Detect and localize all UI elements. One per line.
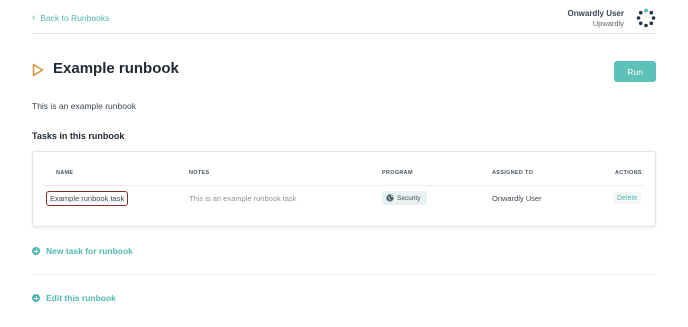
globe-icon xyxy=(386,194,394,202)
edit-runbook-label: Edit this runbook xyxy=(46,293,116,303)
run-button[interactable]: Run xyxy=(614,61,656,82)
user-org: Upwardly xyxy=(592,19,624,28)
user-info[interactable]: Onwardly User Upwardly xyxy=(568,9,624,28)
header-divider xyxy=(43,185,645,186)
org-logo-icon[interactable] xyxy=(636,8,656,28)
tasks-table: NAME NOTES PROGRAM ASSIGNED TO ACTIONS E… xyxy=(32,151,656,227)
section-divider xyxy=(32,274,656,275)
user-name: Onwardly User xyxy=(567,9,624,18)
column-header-program: PROGRAM xyxy=(382,170,413,176)
column-header-notes: NOTES xyxy=(189,170,210,176)
chevron-left-icon: ‹ xyxy=(32,12,36,23)
edit-runbook-button[interactable]: Edit this runbook xyxy=(32,293,116,303)
task-assigned-to: Onwardly User xyxy=(492,194,542,203)
new-task-button[interactable]: New task for runbook xyxy=(32,246,133,256)
task-name-link[interactable]: Example runbook task xyxy=(46,191,129,206)
column-header-assigned-to: ASSIGNED TO xyxy=(492,170,534,176)
tasks-section-title: Tasks in this runbook xyxy=(32,131,125,141)
runbook-description: This is an example runbook xyxy=(32,101,136,111)
column-header-actions: ACTIONS xyxy=(615,170,642,176)
top-bar: ‹ Back to Runbooks Onwardly User Upwardl… xyxy=(32,8,656,34)
plus-circle-icon xyxy=(32,294,40,302)
plus-circle-icon xyxy=(32,247,40,255)
back-to-runbooks-link[interactable]: ‹ Back to Runbooks xyxy=(32,12,110,24)
program-badge[interactable]: Security xyxy=(382,191,428,205)
back-link-label: Back to Runbooks xyxy=(40,13,110,23)
page-title: Example runbook xyxy=(53,60,179,77)
delete-task-button[interactable]: Delete xyxy=(613,192,642,204)
column-header-name: NAME xyxy=(56,170,74,176)
task-notes: This is an example runbook task xyxy=(189,194,297,203)
play-icon xyxy=(32,63,44,77)
program-label: Security xyxy=(397,194,421,202)
new-task-label: New task for runbook xyxy=(46,246,133,256)
runbook-header: Example runbook Run xyxy=(32,58,656,82)
